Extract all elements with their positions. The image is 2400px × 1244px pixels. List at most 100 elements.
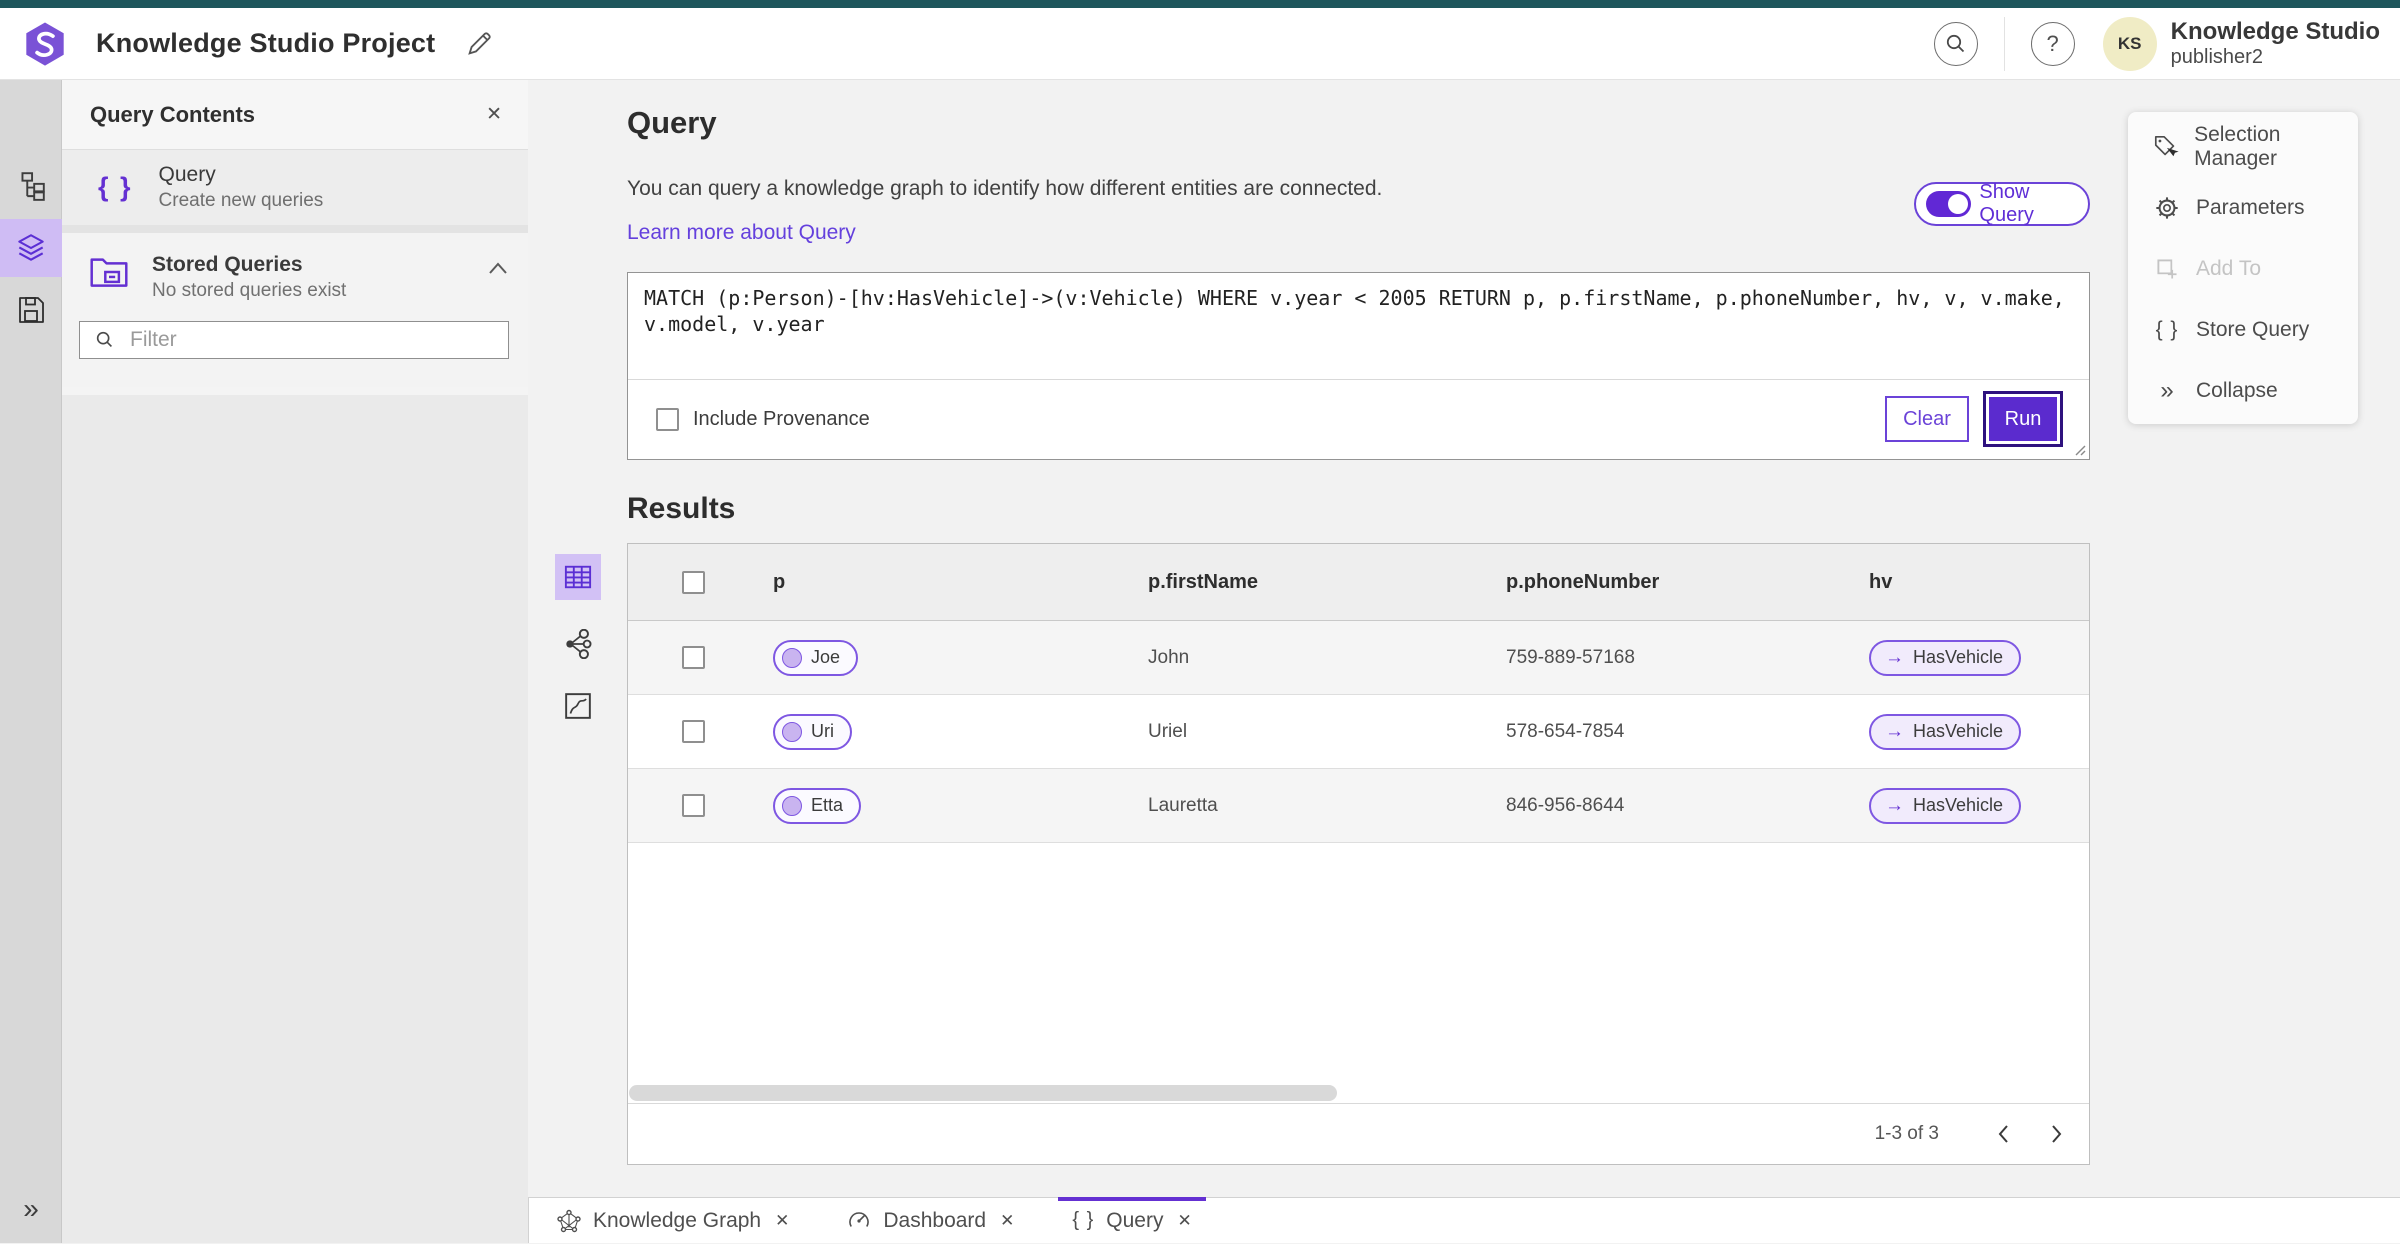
panel-title: Query Contents: [90, 101, 256, 127]
firstname-cell: Uriel: [1148, 720, 1188, 742]
node-label: Joe: [811, 647, 841, 667]
rail-item-model[interactable]: [0, 164, 62, 208]
collapse-icon: »: [2152, 378, 2182, 403]
table-row[interactable]: Uri Uriel 578-654-7854 → HasVehicle: [628, 695, 2089, 769]
edge-pill[interactable]: → HasVehicle: [1869, 639, 2022, 676]
chevron-up-icon: [489, 262, 507, 274]
tab-label: Dashboard: [883, 1208, 987, 1232]
rail-item-save[interactable]: [0, 288, 62, 332]
node-label: Etta: [811, 795, 844, 815]
collapse-panel-button[interactable]: » Collapse: [2128, 360, 2358, 421]
results-view-toolbar: [555, 554, 601, 728]
query-contents-panel: Query Contents ✕ { } Query Create new qu…: [62, 80, 528, 1243]
include-provenance-label: Include Provenance: [693, 407, 870, 430]
dashboard-icon: [849, 1211, 870, 1227]
clear-button[interactable]: Clear: [1885, 396, 1969, 442]
store-query-label: Store Query: [2196, 317, 2310, 341]
edge-cell: → HasVehicle: [1845, 787, 2089, 824]
toggle-track: [1926, 191, 1972, 217]
store-query-button[interactable]: { } Store Query: [2128, 299, 2358, 360]
parameters-label: Parameters: [2196, 195, 2305, 219]
pagination-bar: 1-3 of 3: [628, 1103, 2089, 1164]
add-to-icon: [2152, 256, 2182, 282]
help-button[interactable]: ?: [2030, 21, 2075, 66]
phonenumber-cell: 759-889-57168: [1506, 646, 1635, 668]
filter-search-icon: [96, 331, 113, 348]
results-table-header: p p.firstName p.phoneNumber hv: [628, 544, 2089, 621]
edge-cell: → HasVehicle: [1845, 639, 2089, 676]
header-divider: [2003, 16, 2005, 71]
tab-query-active[interactable]: { } Query ✕: [1054, 1196, 1209, 1244]
panel-item-query[interactable]: { } Query Create new queries: [62, 150, 528, 233]
table-view-button[interactable]: [555, 554, 601, 600]
table-row[interactable]: Etta Lauretta 846-956-8644 → HasVehicle: [628, 769, 2089, 843]
close-tab-button[interactable]: ✕: [1000, 1211, 1014, 1231]
knowledge-graph-icon: [557, 1209, 581, 1232]
avatar[interactable]: KS: [2102, 16, 2157, 71]
toggle-knob: [1948, 194, 1969, 214]
stored-queries-title: Stored Queries: [152, 253, 303, 276]
help-icon: ?: [2046, 30, 2059, 56]
rail-item-queries-selected[interactable]: [0, 219, 62, 277]
stored-queries-header[interactable]: Stored Queries No stored queries exist: [88, 253, 508, 302]
query-actions-panel: Selection Manager Parameters Add To {} …: [2128, 112, 2358, 424]
column-header-phonenumber[interactable]: p.phoneNumber: [1483, 571, 1845, 594]
add-to-button[interactable]: Add To: [2128, 238, 2358, 299]
horizontal-scrollbar[interactable]: [629, 1085, 1337, 1101]
close-icon: ✕: [1177, 1210, 1192, 1230]
row-checkbox[interactable]: [682, 794, 705, 817]
run-button[interactable]: Run: [1983, 391, 2063, 447]
table-row[interactable]: Joe John 759-889-57168 → HasVehicle: [628, 621, 2089, 695]
row-checkbox[interactable]: [682, 646, 705, 669]
graph-view-button[interactable]: [555, 622, 601, 666]
edit-pencil-icon: [468, 31, 491, 55]
stored-queries-folder-icon: [90, 258, 128, 287]
chart-view-button[interactable]: [555, 684, 601, 728]
tab-knowledge-graph[interactable]: Knowledge Graph ✕: [539, 1198, 807, 1244]
row-checkbox-cell: [628, 646, 759, 669]
search-button[interactable]: [1933, 21, 1978, 66]
edge-pill[interactable]: → HasVehicle: [1869, 787, 2022, 824]
row-checkbox-cell: [628, 720, 759, 743]
filter-field[interactable]: [79, 321, 509, 359]
column-header-hv[interactable]: hv: [1845, 571, 2089, 594]
chevron-right-icon: [2052, 1125, 2062, 1143]
tab-label: Knowledge Graph: [593, 1208, 762, 1232]
resize-handle-icon[interactable]: [2073, 443, 2087, 457]
node-pill[interactable]: Joe: [773, 639, 859, 676]
arrow-right-icon: →: [1885, 646, 1904, 668]
search-icon: [1946, 34, 1964, 52]
edge-label: HasVehicle: [1913, 647, 2004, 667]
select-all-checkbox[interactable]: [682, 570, 705, 594]
parameters-button[interactable]: Parameters: [2128, 177, 2358, 238]
close-icon: ✕: [486, 104, 502, 125]
node-pill[interactable]: Etta: [773, 787, 862, 824]
stored-queries-section: Stored Queries No stored queries exist: [62, 233, 528, 387]
column-header-firstname[interactable]: p.firstName: [1123, 571, 1483, 594]
row-checkbox[interactable]: [682, 720, 705, 743]
node-pill[interactable]: Uri: [773, 713, 852, 750]
tab-dashboard[interactable]: Dashboard ✕: [829, 1198, 1032, 1244]
edit-title-button[interactable]: [461, 26, 497, 62]
rail-expand-button[interactable]: »: [0, 1193, 62, 1225]
include-provenance-checkbox[interactable]: [656, 407, 679, 431]
query-text-editor[interactable]: MATCH (p:Person)-[hv:HasVehicle]->(v:Veh…: [628, 273, 2089, 380]
user-name: Knowledge Studio: [2170, 18, 2380, 46]
filter-input[interactable]: [130, 328, 470, 352]
close-icon: ✕: [1000, 1210, 1015, 1230]
collapse-section-button[interactable]: [488, 261, 508, 280]
learn-more-link[interactable]: Learn more about Query: [627, 221, 856, 245]
column-header-p[interactable]: p: [759, 571, 1123, 594]
close-tab-button[interactable]: ✕: [775, 1211, 789, 1231]
edge-label: HasVehicle: [1913, 795, 2004, 815]
close-tab-button[interactable]: ✕: [1177, 1211, 1191, 1231]
show-query-toggle[interactable]: Show Query: [1914, 181, 2090, 226]
next-page-button[interactable]: [2039, 1116, 2075, 1152]
query-item-text: Query Create new queries: [159, 163, 324, 212]
selection-manager-button[interactable]: Selection Manager: [2128, 116, 2358, 177]
arrow-right-icon: →: [1885, 794, 1904, 816]
close-panel-button[interactable]: ✕: [480, 99, 508, 130]
edge-pill[interactable]: → HasVehicle: [1869, 713, 2022, 750]
previous-page-button[interactable]: [1985, 1116, 2021, 1152]
query-editor-footer: Include Provenance Clear Run: [628, 380, 2089, 458]
